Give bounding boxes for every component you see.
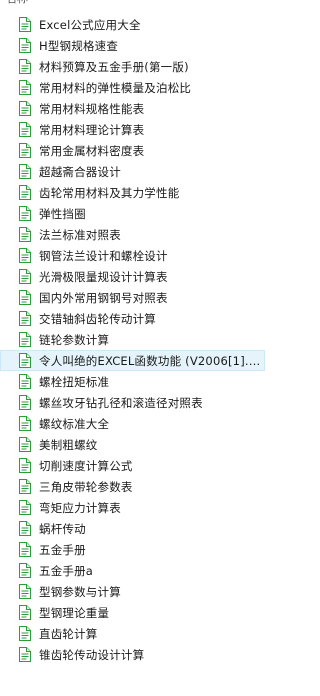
- green-document-icon: [19, 311, 31, 326]
- list-item[interactable]: 超越斋合器设计: [0, 161, 265, 182]
- file-name: 交错轴斜齿轮传动计算: [39, 311, 156, 326]
- list-item[interactable]: 弯矩应力计算表: [0, 497, 265, 518]
- green-document-icon: [19, 605, 31, 620]
- green-document-icon: [19, 353, 31, 368]
- green-document-icon: [19, 248, 31, 263]
- list-item[interactable]: 链轮参数计算: [0, 329, 265, 350]
- list-item[interactable]: 三角皮带轮参数表: [0, 476, 265, 497]
- file-name: 五金手册: [39, 542, 86, 557]
- list-item[interactable]: 螺纹标准大全: [0, 413, 265, 434]
- file-name: 常用材料规格性能表: [39, 101, 145, 116]
- green-document-icon: [19, 626, 31, 641]
- file-name: 弯矩应力计算表: [39, 500, 121, 515]
- file-name: 材料预算及五金手册(第一版): [39, 59, 189, 74]
- green-document-icon: [19, 374, 31, 389]
- list-item[interactable]: 型钢理论重量: [0, 602, 265, 623]
- file-name: 弹性挡圈: [39, 206, 86, 221]
- green-document-icon: [19, 59, 31, 74]
- list-item[interactable]: 光滑极限量规设计计算表: [0, 266, 265, 287]
- list-item[interactable]: 直齿轮计算: [0, 623, 265, 644]
- file-name: H型钢规格速查: [39, 38, 119, 53]
- green-document-icon: [19, 500, 31, 515]
- file-name: 三角皮带轮参数表: [39, 479, 133, 494]
- green-document-icon: [19, 101, 31, 116]
- list-item[interactable]: 法兰标准对照表: [0, 224, 265, 245]
- green-document-icon: [19, 38, 31, 53]
- list-item[interactable]: 美制粗螺纹: [0, 434, 265, 455]
- file-name: 法兰标准对照表: [39, 227, 121, 242]
- file-name: 令人叫绝的EXCEL函数功能 (V2006[1].5...: [39, 353, 265, 368]
- list-item[interactable]: 螺丝攻牙钻孔径和滚造径对照表: [0, 392, 265, 413]
- list-item[interactable]: 弹性挡圈: [0, 203, 265, 224]
- green-document-icon: [19, 416, 31, 431]
- list-item[interactable]: H型钢规格速查: [0, 35, 265, 56]
- file-name: 常用材料的弹性模量及泊松比: [39, 80, 192, 95]
- list-item[interactable]: 齿轮常用材料及其力学性能: [0, 182, 265, 203]
- green-document-icon: [19, 647, 31, 662]
- list-item[interactable]: 五金手册: [0, 539, 265, 560]
- file-name: 钢管法兰设计和螺栓设计: [39, 248, 168, 263]
- green-document-icon: [19, 185, 31, 200]
- green-document-icon: [19, 542, 31, 557]
- file-name: 五金手册a: [39, 563, 94, 578]
- green-document-icon: [19, 521, 31, 536]
- file-name: 光滑极限量规设计计算表: [39, 269, 168, 284]
- green-document-icon: [19, 290, 31, 305]
- list-item[interactable]: Excel公式应用大全: [0, 14, 265, 35]
- green-document-icon: [19, 164, 31, 179]
- list-item[interactable]: 钢管法兰设计和螺栓设计: [0, 245, 265, 266]
- green-document-icon: [19, 332, 31, 347]
- file-name: 链轮参数计算: [39, 332, 110, 347]
- file-name: 蜗杆传动: [39, 521, 86, 536]
- file-name: 型钢参数与计算: [39, 584, 121, 599]
- file-name: 超越斋合器设计: [39, 164, 121, 179]
- file-name: 常用金属材料密度表: [39, 143, 145, 158]
- list-item[interactable]: 常用材料理论计算表: [0, 119, 265, 140]
- green-document-icon: [19, 437, 31, 452]
- file-name: 螺丝攻牙钻孔径和滚造径对照表: [39, 395, 203, 410]
- file-name: 齿轮常用材料及其力学性能: [39, 185, 180, 200]
- list-item[interactable]: 螺栓扭矩标准: [0, 371, 265, 392]
- green-document-icon: [19, 563, 31, 578]
- list-item[interactable]: 国内外常用钢钢号对照表: [0, 287, 265, 308]
- file-name: 螺栓扭矩标准: [39, 374, 110, 389]
- green-document-icon: [19, 479, 31, 494]
- list-item[interactable]: 蜗杆传动: [0, 518, 265, 539]
- green-document-icon: [19, 584, 31, 599]
- list-item[interactable]: 常用金属材料密度表: [0, 140, 265, 161]
- green-document-icon: [19, 458, 31, 473]
- file-name: 常用材料理论计算表: [39, 122, 145, 137]
- list-item[interactable]: 五金手册a: [0, 560, 265, 581]
- file-name: Excel公式应用大全: [39, 17, 141, 32]
- green-document-icon: [19, 395, 31, 410]
- list-item[interactable]: 常用材料规格性能表: [0, 98, 265, 119]
- file-name: 国内外常用钢钢号对照表: [39, 290, 168, 305]
- file-name: 锥齿轮传动设计计算: [39, 647, 145, 662]
- list-item[interactable]: 交错轴斜齿轮传动计算: [0, 308, 265, 329]
- file-name: 螺纹标准大全: [39, 416, 110, 431]
- green-document-icon: [19, 143, 31, 158]
- file-name: 切削速度计算公式: [39, 458, 133, 473]
- green-document-icon: [19, 206, 31, 221]
- green-document-icon: [19, 269, 31, 284]
- list-item[interactable]: 切削速度计算公式: [0, 455, 265, 476]
- list-item-selected[interactable]: 令人叫绝的EXCEL函数功能 (V2006[1].5...: [0, 350, 265, 371]
- column-header[interactable]: 名称: [0, 0, 271, 7]
- green-document-icon: [19, 122, 31, 137]
- file-list: Excel公式应用大全 H型钢规格速查 材料预算及五金手册(第一版) 常用材料的…: [0, 14, 265, 665]
- file-name: 直齿轮计算: [39, 626, 98, 641]
- green-document-icon: [19, 17, 31, 32]
- list-item[interactable]: 锥齿轮传动设计计算: [0, 644, 265, 665]
- file-name: 型钢理论重量: [39, 605, 110, 620]
- green-document-icon: [19, 227, 31, 242]
- list-item[interactable]: 常用材料的弹性模量及泊松比: [0, 77, 265, 98]
- file-name: 美制粗螺纹: [39, 437, 98, 452]
- list-item[interactable]: 材料预算及五金手册(第一版): [0, 56, 265, 77]
- green-document-icon: [19, 80, 31, 95]
- list-item[interactable]: 型钢参数与计算: [0, 581, 265, 602]
